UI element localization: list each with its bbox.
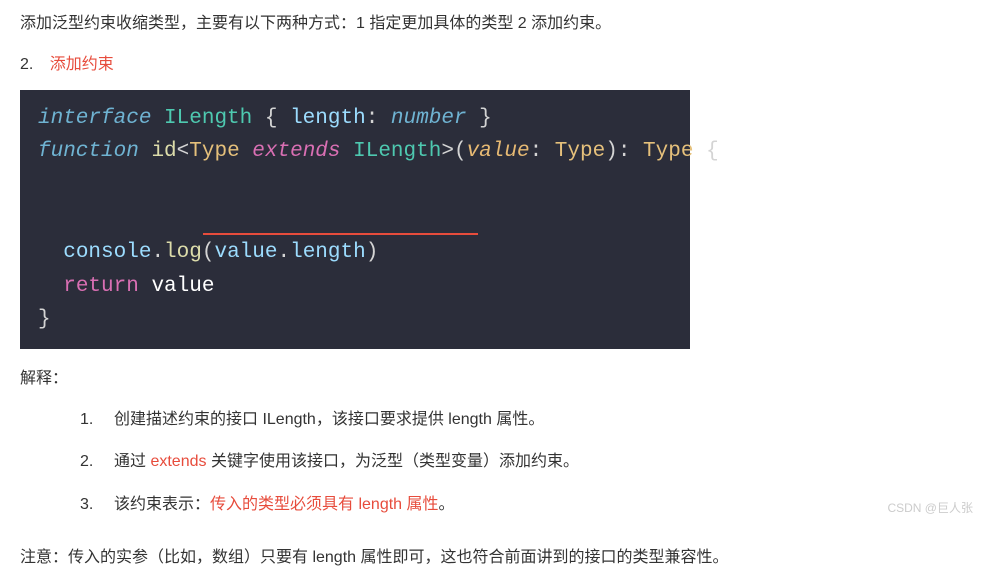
- explain-item: 3. 该约束表示：传入的类型必须具有 length 属性。: [80, 491, 965, 520]
- code-line-5: }: [38, 303, 672, 337]
- explain-item-number: 1.: [80, 406, 98, 435]
- code-line-4: return value: [38, 270, 672, 304]
- code-line-2: function id<Type extends ILength>(value:…: [38, 135, 672, 236]
- explain-item-text: 该约束表示：传入的类型必须具有 length 属性。: [114, 491, 455, 520]
- explain-item-number: 2.: [80, 448, 98, 477]
- section-number: 2.: [20, 56, 33, 73]
- section-title: 2. 添加约束: [20, 51, 965, 80]
- explain-item-text: 创建描述约束的接口 ILength，该接口要求提供 length 属性。: [114, 406, 544, 435]
- explain-item-text: 通过 extends 关键字使用该接口，为泛型（类型变量）添加约束。: [114, 448, 579, 477]
- note-text: 注意：传入的实参（比如，数组）只要有 length 属性即可，这也符合前面讲到的…: [20, 544, 965, 573]
- section-label: 添加约束: [50, 56, 114, 73]
- explain-item-number: 3.: [80, 491, 98, 520]
- underline-red: [203, 233, 478, 235]
- code-line-1: interface ILength { length: number }: [38, 102, 672, 136]
- explain-item: 1. 创建描述约束的接口 ILength，该接口要求提供 length 属性。: [80, 406, 965, 435]
- code-line-3: console.log(value.length): [38, 236, 672, 270]
- explain-label: 解释：: [20, 365, 965, 394]
- intro-text: 添加泛型约束收缩类型，主要有以下两种方式：1 指定更加具体的类型 2 添加约束。: [20, 10, 965, 39]
- code-block: interface ILength { length: number } fun…: [20, 90, 690, 349]
- explain-item: 2. 通过 extends 关键字使用该接口，为泛型（类型变量）添加约束。: [80, 448, 965, 477]
- explain-list: 1. 创建描述约束的接口 ILength，该接口要求提供 length 属性。 2.…: [80, 406, 965, 520]
- watermark: CSDN @巨人张: [887, 498, 973, 520]
